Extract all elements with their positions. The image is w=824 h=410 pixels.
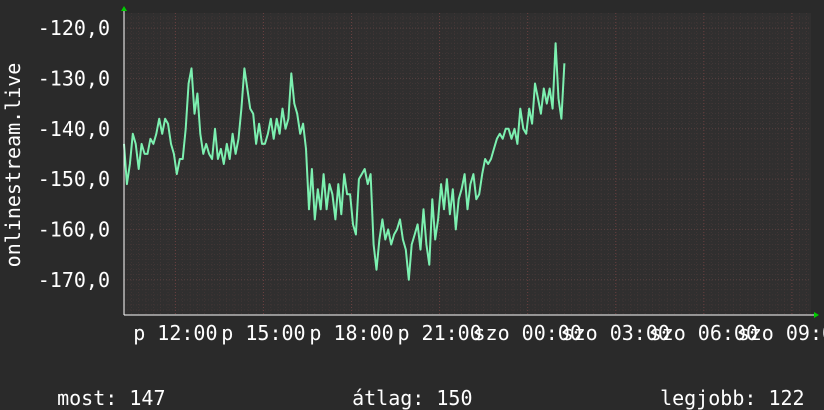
legend-now-label: most: (57, 386, 118, 410)
x-tick-label: p 12:00 (133, 321, 217, 345)
legend-average-label: átlag: (352, 386, 425, 410)
y-tick-label: -140,0 (38, 117, 110, 141)
y-tick-label: -170,0 (38, 268, 110, 292)
legend-now: most: 147 (33, 362, 165, 410)
legend-best-label: legjobb: (660, 386, 757, 410)
x-axis-arrow (814, 312, 819, 318)
y-tick-label: -160,0 (38, 217, 110, 241)
y-tick-label: -120,0 (38, 16, 110, 40)
line-chart: -120,0 -130,0 -140,0 -150,0 -160,0 -170,0 p 12… (1, 6, 824, 345)
legend-now-value: 147 (129, 386, 166, 410)
x-tick-label: szo 09:00 (738, 321, 824, 345)
legend-average: átlag: 150 (328, 362, 473, 410)
legend-best: legjobb: 122 (636, 362, 805, 410)
legend-average-value: 150 (436, 386, 473, 410)
y-tick-label: -150,0 (38, 167, 110, 191)
y-axis-label: onlinestream.live (1, 63, 25, 268)
legend-best-value: 122 (768, 386, 805, 410)
y-axis-arrow (121, 6, 127, 11)
x-tick-label: p 18:00 (309, 321, 393, 345)
chart: -120,0 -130,0 -140,0 -150,0 -160,0 -170,0 p 12… (0, 0, 824, 402)
x-tick-label: p 15:00 (221, 321, 305, 345)
y-tick-label: -130,0 (38, 66, 110, 90)
x-tick-label: p 21:00 (397, 321, 481, 345)
